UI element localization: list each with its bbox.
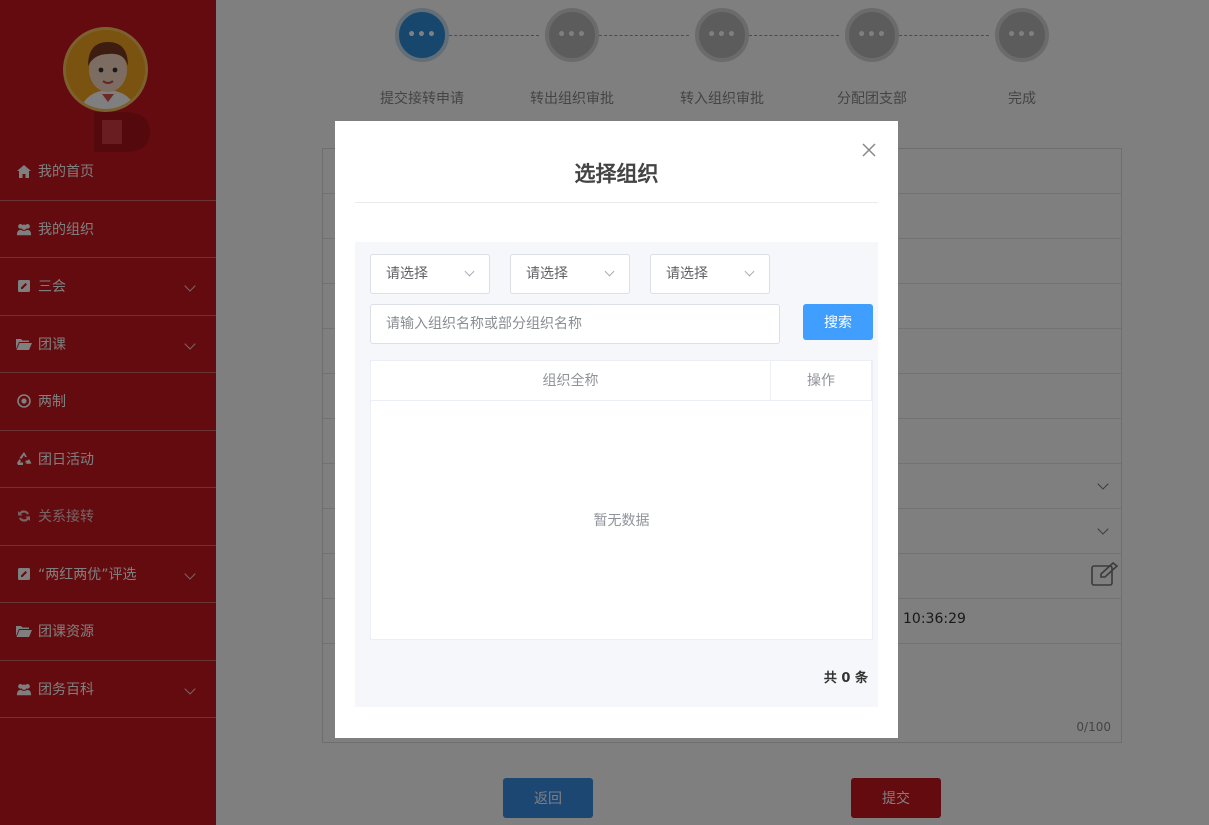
select-org-dialog: 选择组织 请选择 请选择 请选择 搜索 组织全称 操作 暂无数据 共 0 条 xyxy=(335,121,898,738)
dialog-title: 选择组织 xyxy=(574,162,659,186)
city-select[interactable]: 请选择 xyxy=(510,254,630,294)
column-header-action: 操作 xyxy=(771,361,872,401)
select-value: 请选择 xyxy=(386,266,428,282)
chevron-down-icon xyxy=(464,266,475,277)
column-header-org-name: 组织全称 xyxy=(371,361,771,401)
empty-state-text: 暂无数据 xyxy=(593,513,650,529)
dialog-divider xyxy=(355,202,878,203)
org-table: 组织全称 操作 暂无数据 xyxy=(370,360,873,640)
chevron-down-icon xyxy=(604,266,615,277)
close-icon[interactable] xyxy=(862,143,876,157)
search-button[interactable]: 搜索 xyxy=(803,304,873,340)
select-value: 请选择 xyxy=(526,266,568,282)
chevron-down-icon xyxy=(744,266,755,277)
total-count: 共 0 条 xyxy=(823,671,868,686)
select-value: 请选择 xyxy=(666,266,708,282)
district-select[interactable]: 请选择 xyxy=(650,254,770,294)
dialog-body: 请选择 请选择 请选择 搜索 组织全称 操作 暂无数据 共 0 条 xyxy=(355,242,878,707)
org-search-input[interactable] xyxy=(370,304,780,344)
province-select[interactable]: 请选择 xyxy=(370,254,490,294)
